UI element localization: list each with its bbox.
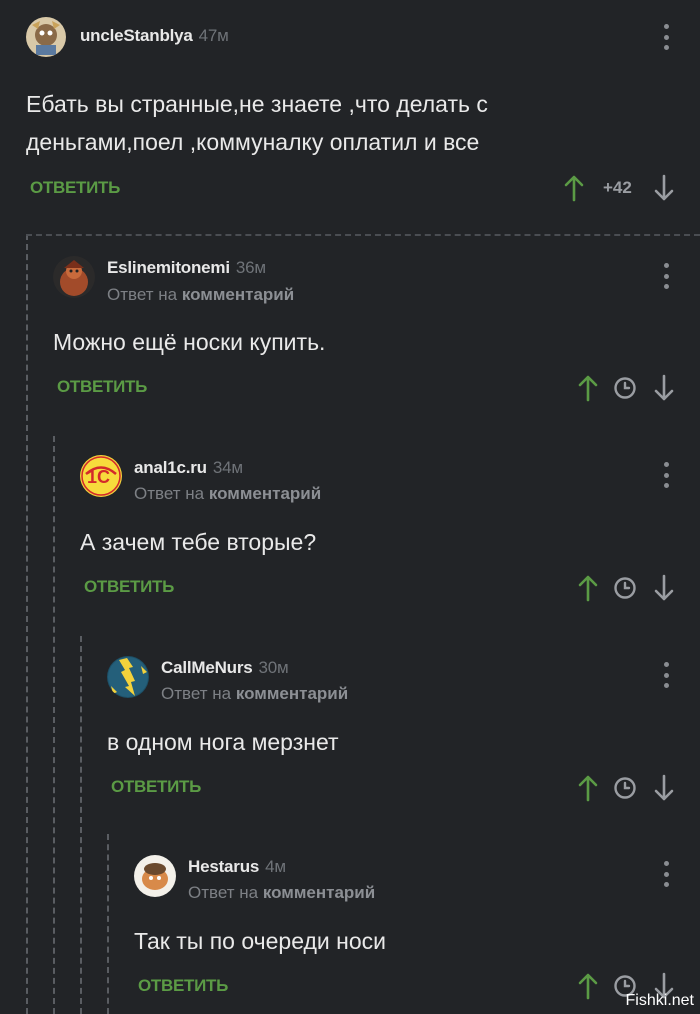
thread-divider xyxy=(26,234,700,236)
reply-button[interactable]: ОТВЕТИТЬ xyxy=(84,577,174,597)
watermark: Fishki.net xyxy=(625,992,694,1009)
avatar[interactable]: 1C xyxy=(80,455,122,497)
avatar[interactable] xyxy=(107,656,149,698)
downvote-arrow-icon[interactable] xyxy=(654,774,674,802)
avatar[interactable] xyxy=(134,855,176,897)
reply-target[interactable]: комментарий xyxy=(182,285,294,304)
reply-prefix: Ответ на xyxy=(134,484,205,503)
reply-prefix: Ответ на xyxy=(188,883,259,902)
upvote-arrow-icon[interactable] xyxy=(578,374,598,402)
username-text[interactable]: uncleStanblya xyxy=(80,26,193,45)
more-options-icon[interactable] xyxy=(663,462,669,488)
username-text[interactable]: Hestarus xyxy=(188,857,259,876)
username-text[interactable]: anal1c.ru xyxy=(134,458,207,477)
username[interactable]: uncleStanblya 47м xyxy=(80,26,229,46)
username[interactable]: anal1c.ru 34м xyxy=(134,458,243,478)
comment-time: 30м xyxy=(258,658,289,677)
reply-prefix: Ответ на xyxy=(161,684,232,703)
comment-text: Ебать вы странные,не знаете ,что делать … xyxy=(26,91,488,155)
reply-button[interactable]: ОТВЕТИТЬ xyxy=(138,976,228,996)
downvote-arrow-icon[interactable] xyxy=(654,174,674,202)
clock-icon xyxy=(614,577,636,599)
comment-time: 4м xyxy=(265,857,286,876)
comment-text: Можно ещё носки купить. xyxy=(53,329,326,355)
username[interactable]: CallMeNurs 30м xyxy=(161,658,289,678)
comment-text: Так ты по очереди носи xyxy=(134,928,386,954)
upvote-arrow-icon[interactable] xyxy=(578,972,598,1000)
thread-line-level-1 xyxy=(26,234,28,1014)
username[interactable]: Eslinemitonemi 36м xyxy=(107,258,266,278)
thread-line-level-3 xyxy=(80,636,82,1014)
comment-text: в одном нога мерзнет xyxy=(107,729,339,755)
reply-to-link[interactable]: Ответ на комментарий xyxy=(161,684,348,704)
reply-button[interactable]: ОТВЕТИТЬ xyxy=(30,178,120,198)
comment-time: 47м xyxy=(198,26,229,45)
more-options-icon[interactable] xyxy=(663,861,669,887)
clock-icon xyxy=(614,777,636,799)
thread-line-level-4 xyxy=(107,834,109,1014)
username[interactable]: Hestarus 4м xyxy=(188,857,286,877)
clock-icon xyxy=(614,377,636,399)
downvote-arrow-icon[interactable] xyxy=(654,374,674,402)
reply-to-link[interactable]: Ответ на комментарий xyxy=(188,883,375,903)
avatar-image-icon: 1C xyxy=(80,455,122,497)
reply-to-link[interactable]: Ответ на комментарий xyxy=(134,484,321,504)
more-options-icon[interactable] xyxy=(663,24,669,50)
reply-target[interactable]: комментарий xyxy=(236,684,348,703)
reply-button[interactable]: ОТВЕТИТЬ xyxy=(57,377,147,397)
more-options-icon[interactable] xyxy=(663,263,669,289)
reply-button[interactable]: ОТВЕТИТЬ xyxy=(111,777,201,797)
reply-target[interactable]: комментарий xyxy=(209,484,321,503)
score: +42 xyxy=(603,178,632,197)
username-text[interactable]: CallMeNurs xyxy=(161,658,253,677)
avatar-image-icon xyxy=(53,256,95,298)
upvote-arrow-icon[interactable] xyxy=(578,774,598,802)
more-options-icon[interactable] xyxy=(663,662,669,688)
reply-prefix: Ответ на xyxy=(107,285,178,304)
upvote-arrow-icon[interactable] xyxy=(564,174,584,202)
avatar-image-icon xyxy=(134,855,176,897)
reply-target[interactable]: комментарий xyxy=(263,883,375,902)
comment-text: А зачем тебе вторые? xyxy=(80,529,317,555)
comment-time: 36м xyxy=(235,258,266,277)
thread-line-level-2 xyxy=(53,436,55,1014)
upvote-arrow-icon[interactable] xyxy=(578,574,598,602)
comment-time: 34м xyxy=(212,458,243,477)
avatar-image-icon xyxy=(107,656,149,698)
reply-to-link[interactable]: Ответ на комментарий xyxy=(107,285,294,305)
avatar[interactable] xyxy=(53,256,95,298)
username-text[interactable]: Eslinemitonemi xyxy=(107,258,230,277)
avatar-image-icon xyxy=(26,17,66,57)
downvote-arrow-icon[interactable] xyxy=(654,574,674,602)
avatar[interactable] xyxy=(26,17,66,57)
